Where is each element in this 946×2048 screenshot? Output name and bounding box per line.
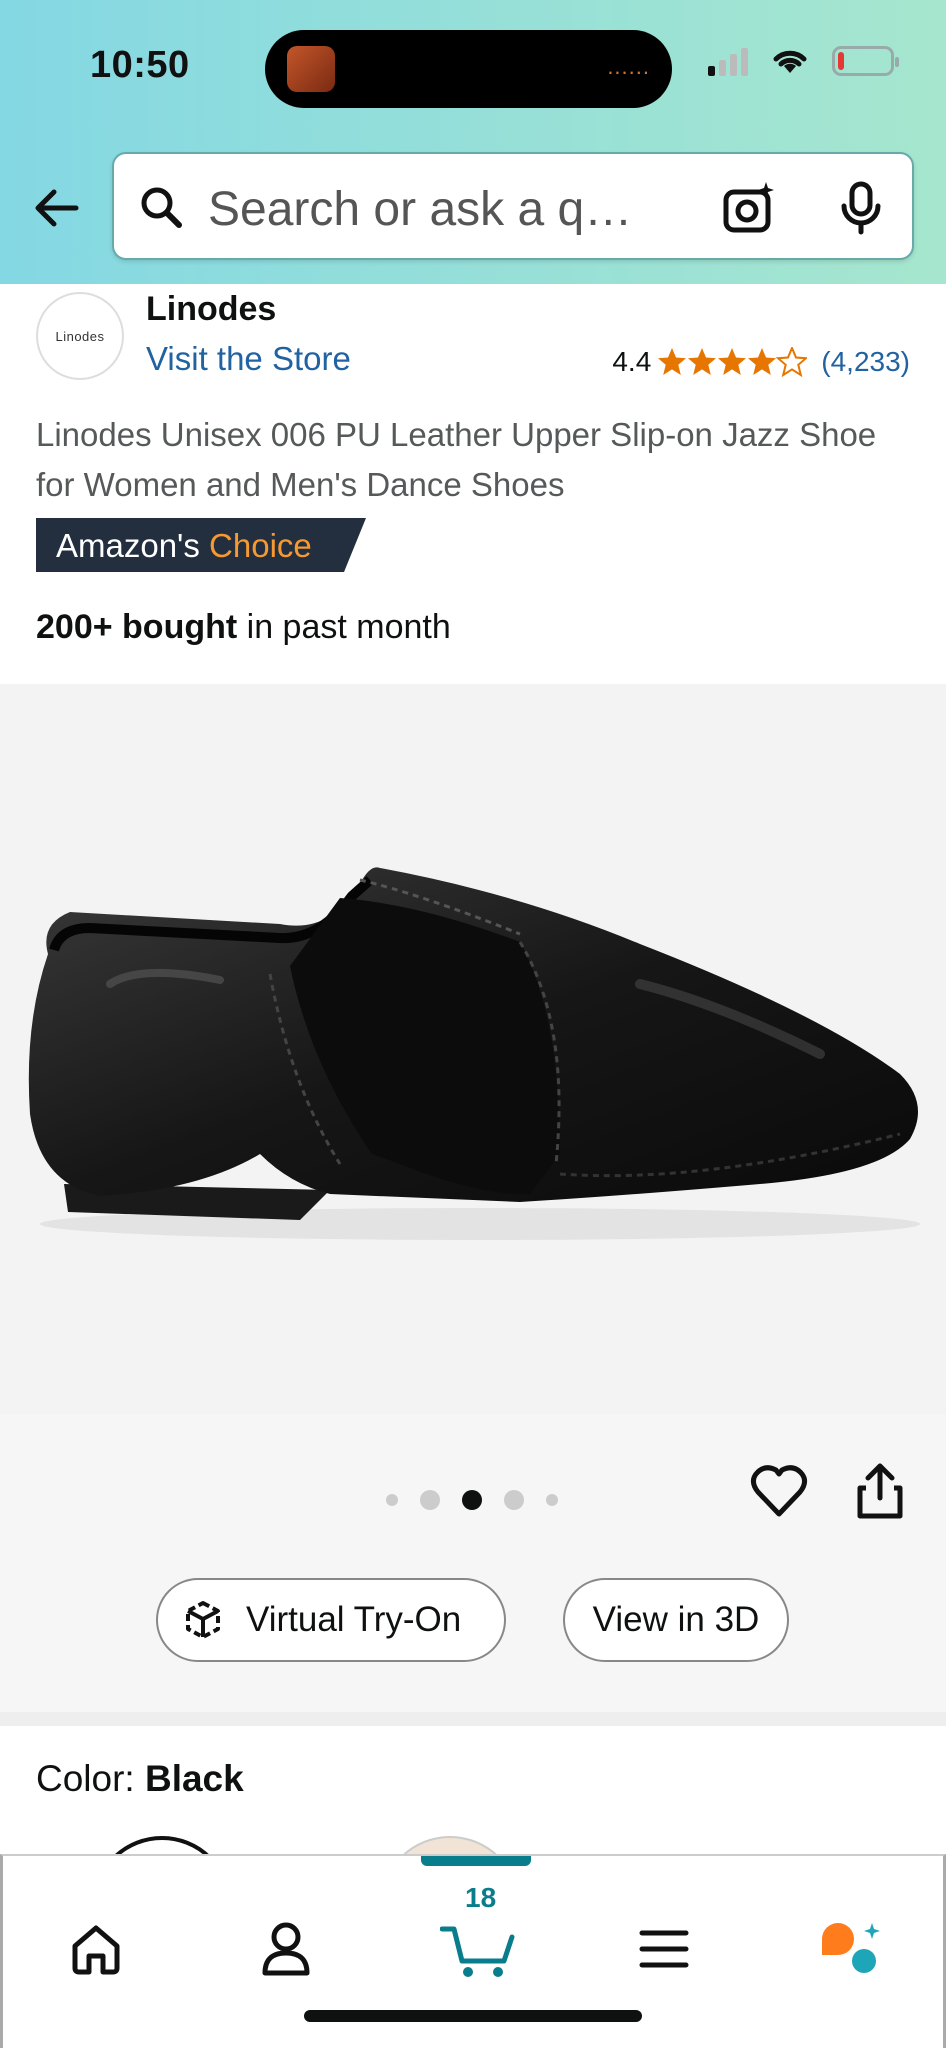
status-time: 10:50 [90, 44, 190, 86]
battery-icon [832, 46, 899, 76]
menu-icon [639, 1930, 689, 1968]
jazz-shoe-image [28, 867, 920, 1240]
search-placeholder: Search or ask a q… [208, 183, 633, 236]
dynamic-island: ...... [265, 30, 672, 108]
rating-count[interactable]: (4,233) [821, 346, 910, 378]
rating-value: 4.4 [612, 346, 652, 377]
choice-badge-text: Amazon's Choice [56, 527, 312, 565]
tab-home[interactable] [51, 1914, 141, 1984]
pagination-dot-active[interactable] [462, 1490, 482, 1510]
pagination-dot[interactable] [386, 1494, 398, 1506]
cart-active-indicator [421, 1856, 531, 1866]
heart-icon[interactable] [750, 1464, 808, 1518]
gallery-pagination[interactable] [386, 1490, 558, 1510]
island-activity-dots: ...... [607, 54, 650, 79]
section-divider [0, 1712, 946, 1726]
badge-choice: Choice [209, 527, 312, 564]
color-selected-value: Black [144, 1758, 244, 1799]
virtual-try-on-button[interactable]: Virtual Try-On [156, 1578, 506, 1662]
cart-count-badge: 18 [465, 1882, 497, 1913]
pagination-dot[interactable] [546, 1494, 558, 1506]
view-in-3d-button[interactable]: View in 3D [563, 1578, 789, 1662]
color-label-prefix: Color: [36, 1758, 145, 1799]
product-image[interactable] [0, 684, 946, 1414]
cart-icon [440, 1926, 515, 1977]
search-input[interactable]: Search or ask a q… [112, 152, 914, 260]
home-indicator [304, 2010, 642, 2022]
visit-store-link[interactable]: Visit the Store [146, 340, 351, 378]
color-label: Color: Black [36, 1758, 244, 1800]
camera-icon[interactable] [722, 180, 778, 236]
badge-amazons: Amazon's [56, 527, 200, 564]
microphone-icon[interactable] [836, 180, 886, 236]
tab-account[interactable] [241, 1914, 331, 1984]
rufus-icon [822, 1923, 880, 1973]
home-icon [72, 1925, 120, 1975]
status-indicators [708, 46, 899, 76]
bought-count: 200+ bought [36, 608, 238, 646]
search-icon [141, 187, 182, 228]
live-activity-app-icon [287, 46, 335, 92]
top-header: 10:50 ...... Search or ask a q… [0, 0, 946, 284]
bought-in-past-month: 200+ bought in past month [36, 608, 451, 647]
back-arrow-icon[interactable] [28, 180, 84, 236]
brand-name: Linodes [146, 290, 277, 328]
product-title: Linodes Unisex 006 PU Leather Upper Slip… [36, 416, 877, 503]
tab-cart[interactable] [429, 1914, 529, 1984]
account-icon [262, 1922, 310, 1976]
battery-level [838, 52, 844, 70]
rating-row[interactable]: 4.4 (4,233) [612, 346, 910, 378]
star-rating-icon [657, 347, 808, 377]
view-in-3d-label: View in 3D [592, 1600, 760, 1639]
tab-menu[interactable] [619, 1914, 709, 1984]
cellular-signal-icon [708, 46, 748, 76]
tab-rufus[interactable] [807, 1914, 897, 1984]
virtual-try-on-label: Virtual Try-On [246, 1600, 462, 1639]
cube-icon [186, 1601, 220, 1639]
pagination-dot[interactable] [504, 1490, 524, 1510]
image-gallery: Virtual Try-On View in 3D [0, 684, 946, 1712]
brand-logo[interactable]: Linodes [36, 292, 124, 380]
pagination-dot[interactable] [420, 1490, 440, 1510]
wifi-icon [773, 50, 807, 73]
bought-period: in past month [237, 608, 451, 646]
share-icon[interactable] [856, 1462, 904, 1520]
